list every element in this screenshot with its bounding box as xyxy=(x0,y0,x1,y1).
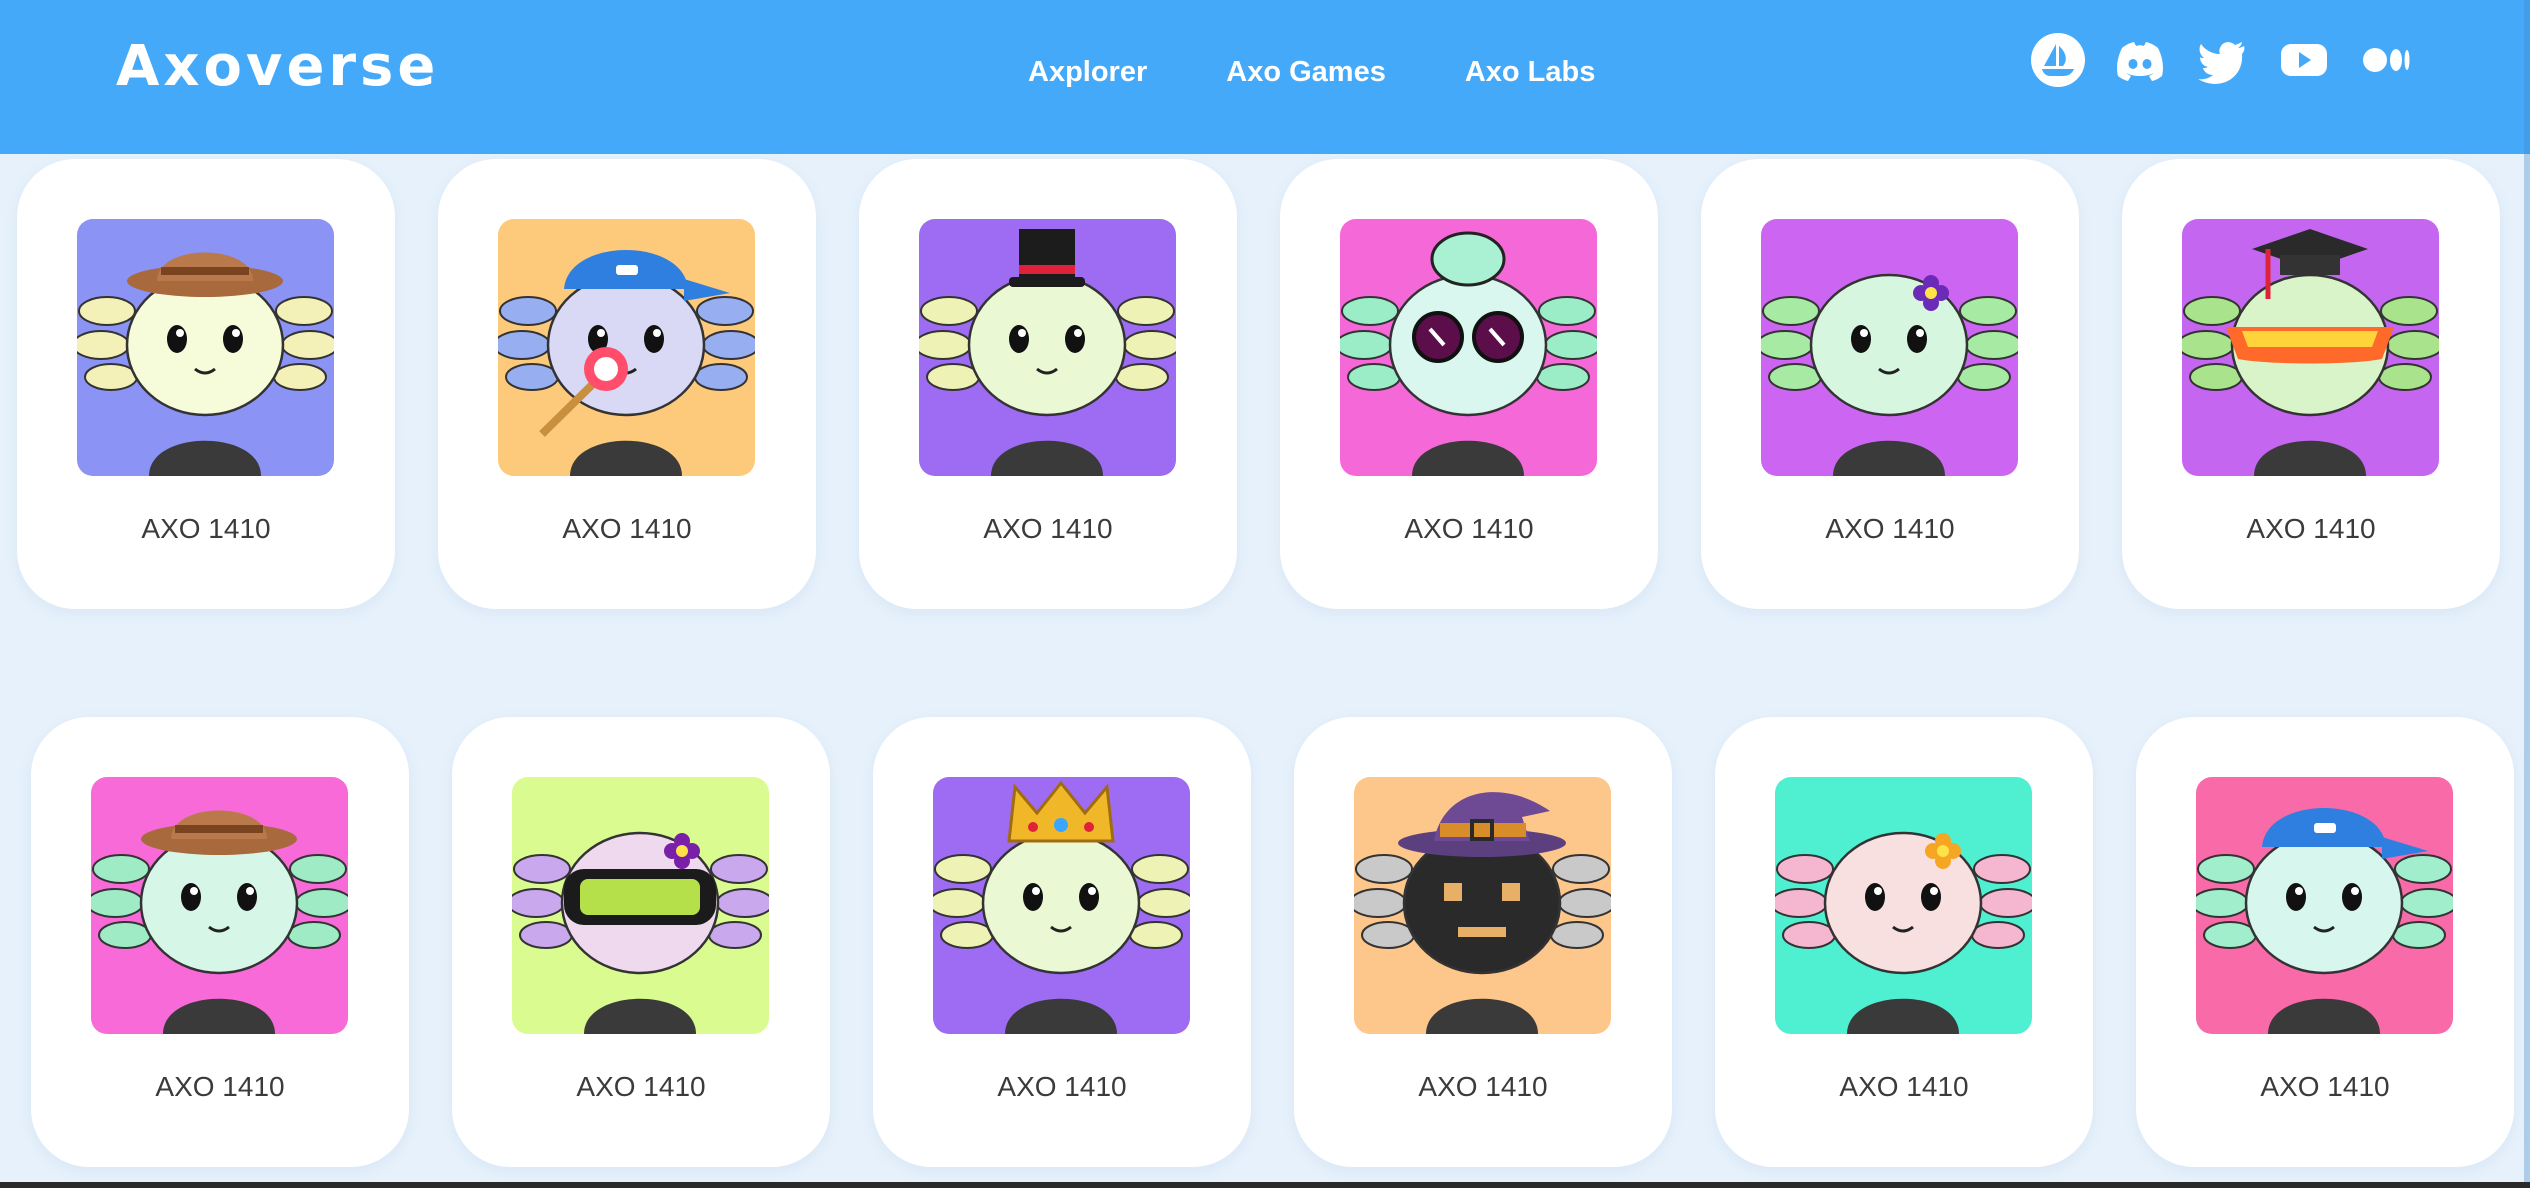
taskbar-edge xyxy=(0,1182,2530,1188)
nft-card-label: AXO 1410 xyxy=(141,513,271,544)
opensea-icon[interactable] xyxy=(2030,32,2086,88)
nft-card[interactable]: AXO 1410 xyxy=(1294,717,1672,1167)
nft-card[interactable]: AXO 1410 xyxy=(17,159,395,609)
nft-card[interactable]: AXO 1410 xyxy=(1715,717,2093,1167)
twitter-icon[interactable] xyxy=(2194,32,2250,88)
nft-image[interactable] xyxy=(498,219,755,476)
nft-card[interactable]: AXO 1410 xyxy=(859,159,1237,609)
nft-card-label: AXO 1410 xyxy=(1404,513,1534,544)
nft-image[interactable] xyxy=(1761,219,2018,476)
page-scrollbar[interactable] xyxy=(2524,0,2530,1188)
site-logo[interactable]: Axoverse xyxy=(116,34,439,99)
nft-card-label: AXO 1410 xyxy=(983,513,1113,544)
nft-image[interactable] xyxy=(1340,219,1597,476)
nft-card-label: AXO 1410 xyxy=(155,1071,285,1102)
nft-card-label: AXO 1410 xyxy=(562,513,692,544)
nft-image[interactable] xyxy=(512,777,769,1034)
main-nav: Axplorer Axo Games Axo Labs xyxy=(1028,56,1595,89)
discord-icon[interactable] xyxy=(2112,32,2168,88)
nft-card-label: AXO 1410 xyxy=(576,1071,706,1102)
nav-link-axo-labs[interactable]: Axo Labs xyxy=(1465,56,1596,89)
nft-card-label: AXO 1410 xyxy=(1839,1071,1969,1102)
nav-link-axo-games[interactable]: Axo Games xyxy=(1226,56,1386,89)
medium-icon[interactable] xyxy=(2358,32,2414,88)
nft-card[interactable]: AXO 1410 xyxy=(2136,717,2514,1167)
nft-card-label: AXO 1410 xyxy=(997,1071,1127,1102)
nft-gallery-grid: AXO 1410 AXO 1410 AXO 1410 AXO 1410 AXO … xyxy=(0,0,2530,1188)
nft-card[interactable]: AXO 1410 xyxy=(438,159,816,609)
nft-image[interactable] xyxy=(91,777,348,1034)
nft-card-label: AXO 1410 xyxy=(1825,513,1955,544)
nft-card-label: AXO 1410 xyxy=(2260,1071,2390,1102)
social-links xyxy=(2030,32,2414,88)
nft-image[interactable] xyxy=(919,219,1176,476)
nft-card[interactable]: AXO 1410 xyxy=(452,717,830,1167)
nft-image[interactable] xyxy=(2182,219,2439,476)
nft-image[interactable] xyxy=(1354,777,1611,1034)
nft-card-label: AXO 1410 xyxy=(2246,513,2376,544)
nft-card[interactable]: AXO 1410 xyxy=(873,717,1251,1167)
nft-image[interactable] xyxy=(2196,777,2453,1034)
youtube-icon[interactable] xyxy=(2276,32,2332,88)
nft-image[interactable] xyxy=(933,777,1190,1034)
nft-card[interactable]: AXO 1410 xyxy=(2122,159,2500,609)
site-header: Axoverse Axplorer Axo Games Axo Labs xyxy=(0,0,2530,154)
nav-link-axplorer[interactable]: Axplorer xyxy=(1028,56,1147,89)
nft-card[interactable]: AXO 1410 xyxy=(1280,159,1658,609)
nft-image[interactable] xyxy=(1775,777,2032,1034)
nft-card[interactable]: AXO 1410 xyxy=(31,717,409,1167)
nft-card-label: AXO 1410 xyxy=(1418,1071,1548,1102)
nft-image[interactable] xyxy=(77,219,334,476)
nft-card[interactable]: AXO 1410 xyxy=(1701,159,2079,609)
